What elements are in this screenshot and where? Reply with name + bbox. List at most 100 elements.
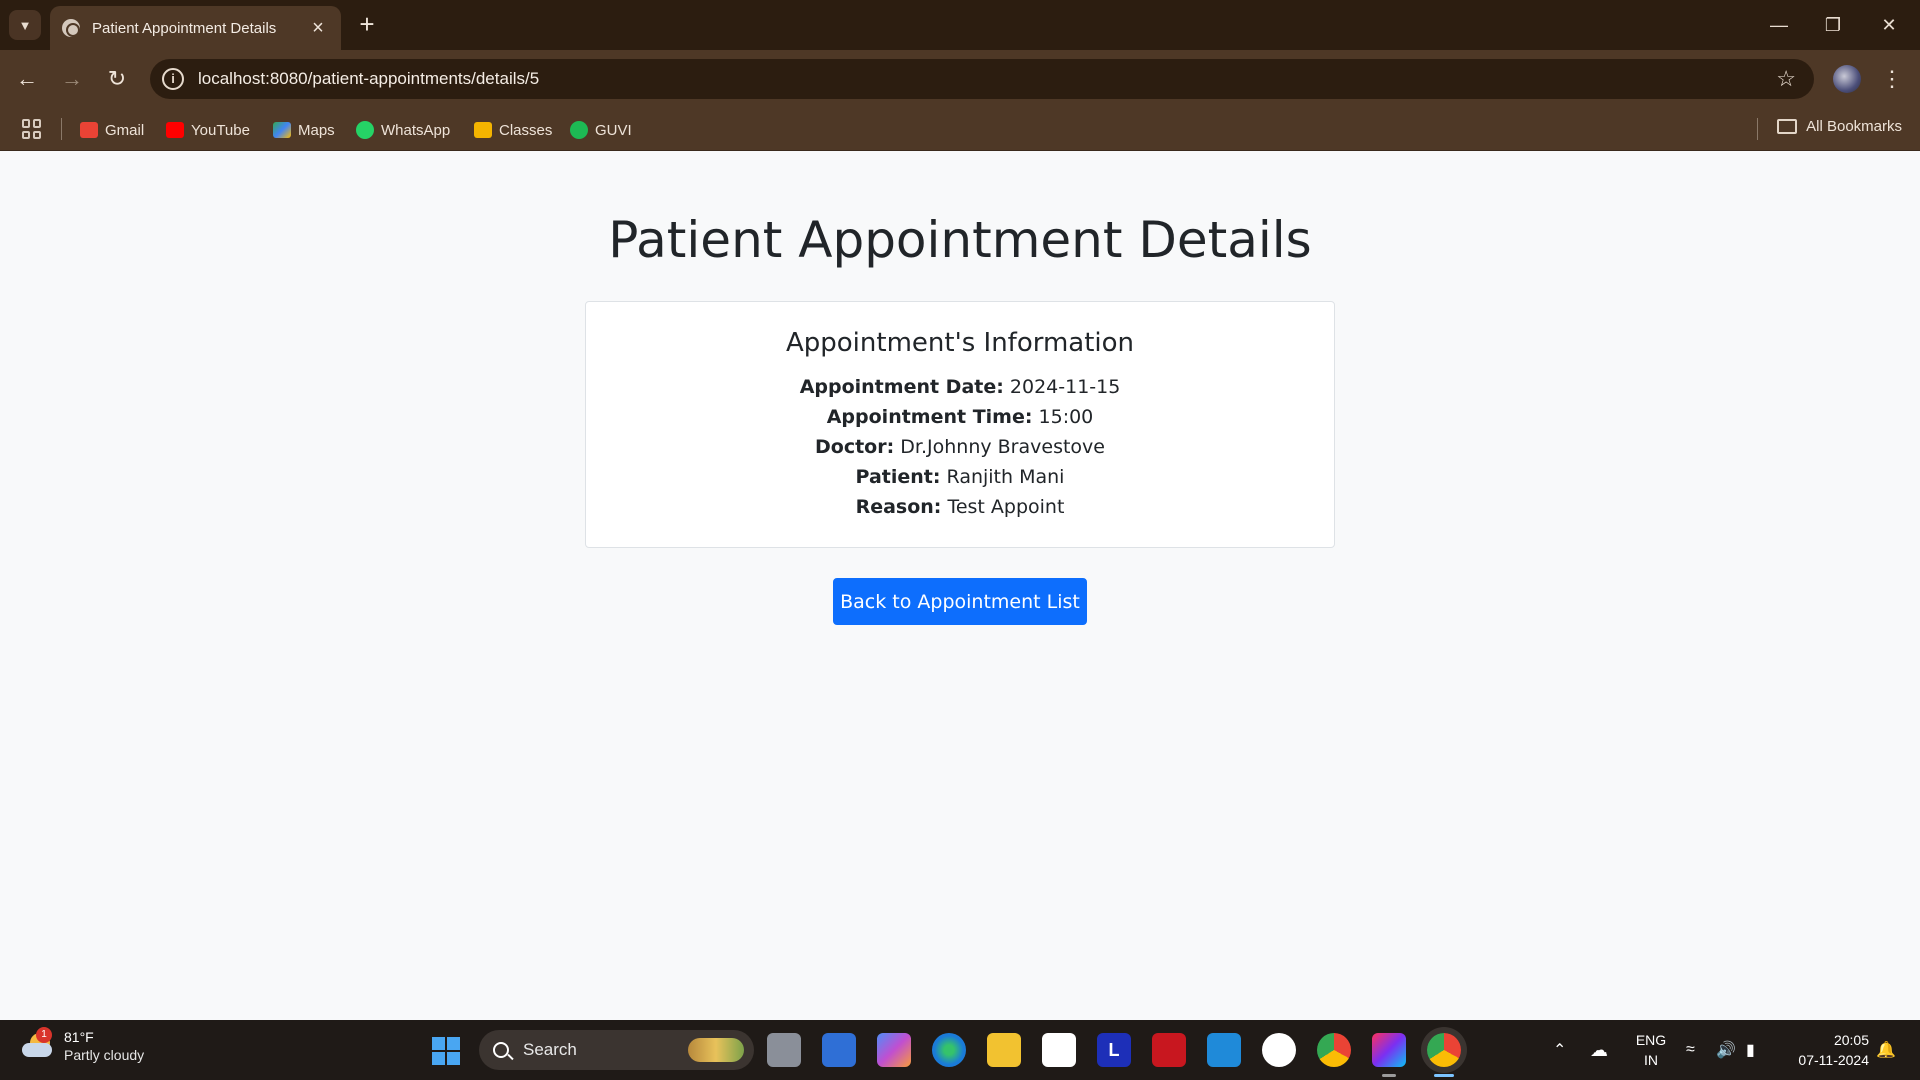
edge-icon[interactable] <box>932 1033 966 1067</box>
battery-icon[interactable]: ▮ <box>1746 1020 1755 1080</box>
language-indicator[interactable]: ENG IN <box>1633 1030 1669 1070</box>
guvi-icon <box>570 121 588 139</box>
folder-icon <box>1777 119 1798 134</box>
l-app-icon[interactable]: L <box>1097 1033 1131 1067</box>
bookmark-label: WhatsApp <box>381 121 451 139</box>
file-explorer-icon[interactable] <box>987 1033 1021 1067</box>
tab-search-button[interactable]: ▼ <box>9 10 41 40</box>
whatsapp-icon <box>356 121 374 139</box>
close-window-button[interactable]: ✕ <box>1866 8 1912 42</box>
bookmark-label: YouTube <box>191 121 250 139</box>
system-clock[interactable]: 20:05 07-11-2024 <box>1785 1030 1869 1070</box>
language-code: ENG <box>1635 1032 1667 1048</box>
apps-grid-icon[interactable] <box>22 119 42 139</box>
page-title: Patient Appointment Details <box>608 211 1312 269</box>
running-indicator <box>1382 1074 1396 1077</box>
vscode-icon[interactable] <box>1207 1033 1241 1067</box>
page-content: Patient Appointment Details Appointment'… <box>0 151 1920 1020</box>
weather-widget[interactable]: 1 81°F Partly cloudy <box>22 1027 145 1064</box>
browser-toolbar: ← → ↻ i localhost:8080/patient-appointme… <box>0 50 1920 108</box>
weather-condition: Partly cloudy <box>64 1047 145 1063</box>
detail-value: Ranjith Mani <box>946 466 1065 488</box>
detail-row-date: Appointment Date: 2024-11-15 <box>586 372 1334 402</box>
bookmark-star-icon[interactable]: ☆ <box>1776 66 1796 92</box>
detail-row-doctor: Doctor: Dr.Johnny Bravestove <box>586 432 1334 462</box>
clock-date: 07-11-2024 <box>1798 1052 1869 1068</box>
notification-badge: 1 <box>36 1027 52 1043</box>
detail-row-patient: Patient: Ranjith Mani <box>586 462 1334 492</box>
new-tab-button[interactable]: + <box>352 10 382 40</box>
bookmark-label: Maps <box>298 121 335 139</box>
close-tab-icon[interactable]: × <box>307 18 329 38</box>
restore-button[interactable]: ❐ <box>1810 8 1856 42</box>
back-to-list-button[interactable]: Back to Appointment List <box>833 578 1087 625</box>
address-bar[interactable]: i localhost:8080/patient-appointments/de… <box>150 59 1814 99</box>
mongodb-compass-icon[interactable] <box>1262 1033 1296 1067</box>
chrome-icon[interactable] <box>1317 1033 1351 1067</box>
maps-icon <box>273 122 291 138</box>
youtube-icon <box>166 122 184 138</box>
detail-row-time: Appointment Time: 15:00 <box>586 402 1334 432</box>
pen-app-icon[interactable] <box>822 1033 856 1067</box>
minimize-button[interactable]: — <box>1756 8 1802 42</box>
partly-cloudy-icon: 1 <box>22 1027 56 1061</box>
detail-value: 15:00 <box>1038 406 1094 428</box>
task-view-icon[interactable] <box>767 1033 801 1067</box>
gmail-icon <box>80 122 98 138</box>
divider <box>1757 118 1758 140</box>
globe-icon <box>62 19 80 37</box>
intellij-icon[interactable] <box>1372 1033 1406 1067</box>
search-label: Search <box>523 1040 577 1059</box>
volume-icon[interactable]: 🔊 <box>1716 1020 1736 1080</box>
site-info-icon[interactable]: i <box>162 68 184 90</box>
detail-label: Appointment Date: <box>799 376 1004 398</box>
active-tab[interactable]: Patient Appointment Details × <box>50 6 341 50</box>
taskbar: 1 81°F Partly cloudy Search L ⌃ ☁ ENG IN… <box>0 1020 1920 1080</box>
bookmark-classes[interactable]: Classes <box>474 118 552 142</box>
detail-row-reason: Reason: Test Appoint <box>586 492 1334 522</box>
bookmark-gmail[interactable]: Gmail <box>80 118 144 142</box>
divider <box>61 118 62 140</box>
back-arrow-icon[interactable]: ← <box>10 62 44 96</box>
microsoft-store-icon[interactable] <box>1042 1033 1076 1067</box>
classroom-icon <box>474 122 492 138</box>
detail-value: Test Appoint <box>947 496 1065 518</box>
active-app-indicator <box>1434 1074 1454 1077</box>
region-code: IN <box>1644 1052 1658 1068</box>
search-highlight-image <box>688 1038 744 1062</box>
copilot-icon[interactable] <box>877 1033 911 1067</box>
appointment-card: Appointment's Information Appointment Da… <box>585 301 1335 548</box>
windows-start-icon[interactable] <box>432 1037 460 1065</box>
detail-label: Doctor: <box>815 436 895 458</box>
chrome-profile-icon[interactable] <box>1427 1033 1461 1067</box>
taskbar-search[interactable]: Search <box>479 1030 754 1070</box>
tab-title: Patient Appointment Details <box>92 19 277 37</box>
more-menu-icon[interactable]: ⋮ <box>1880 62 1904 96</box>
bookmark-label: GUVI <box>595 121 632 139</box>
reload-icon[interactable]: ↻ <box>100 62 134 96</box>
search-icon <box>493 1042 509 1058</box>
bookmark-maps[interactable]: Maps <box>273 118 335 142</box>
bookmark-youtube[interactable]: YouTube <box>166 118 250 142</box>
bookmark-guvi[interactable]: GUVI <box>570 118 632 142</box>
forward-arrow-icon[interactable]: → <box>55 62 89 96</box>
tab-strip: ▼ Patient Appointment Details × + — ❐ ✕ <box>0 0 1920 50</box>
url-text[interactable]: localhost:8080/patient-appointments/deta… <box>198 69 1776 89</box>
card-title: Appointment's Information <box>785 328 1135 358</box>
wifi-icon[interactable]: ≈ <box>1686 1020 1695 1080</box>
weather-temperature: 81°F <box>64 1029 94 1045</box>
detail-value: Dr.Johnny Bravestove <box>900 436 1105 458</box>
onedrive-cloud-icon[interactable]: ☁ <box>1590 1020 1608 1080</box>
all-bookmarks-button[interactable]: All Bookmarks <box>1777 118 1902 135</box>
notification-bell-icon[interactable]: 🔔 <box>1876 1020 1896 1080</box>
mcafee-icon[interactable] <box>1152 1033 1186 1067</box>
detail-label: Appointment Time: <box>826 406 1033 428</box>
show-hidden-icons-chevron-icon[interactable]: ⌃ <box>1553 1020 1566 1080</box>
all-bookmarks-label: All Bookmarks <box>1806 118 1902 135</box>
detail-value: 2024-11-15 <box>1009 376 1121 398</box>
detail-label: Patient: <box>855 466 941 488</box>
detail-label: Reason: <box>855 496 942 518</box>
profile-avatar[interactable] <box>1833 65 1861 93</box>
bookmark-whatsapp[interactable]: WhatsApp <box>356 118 450 142</box>
clock-time: 20:05 <box>1833 1032 1869 1048</box>
